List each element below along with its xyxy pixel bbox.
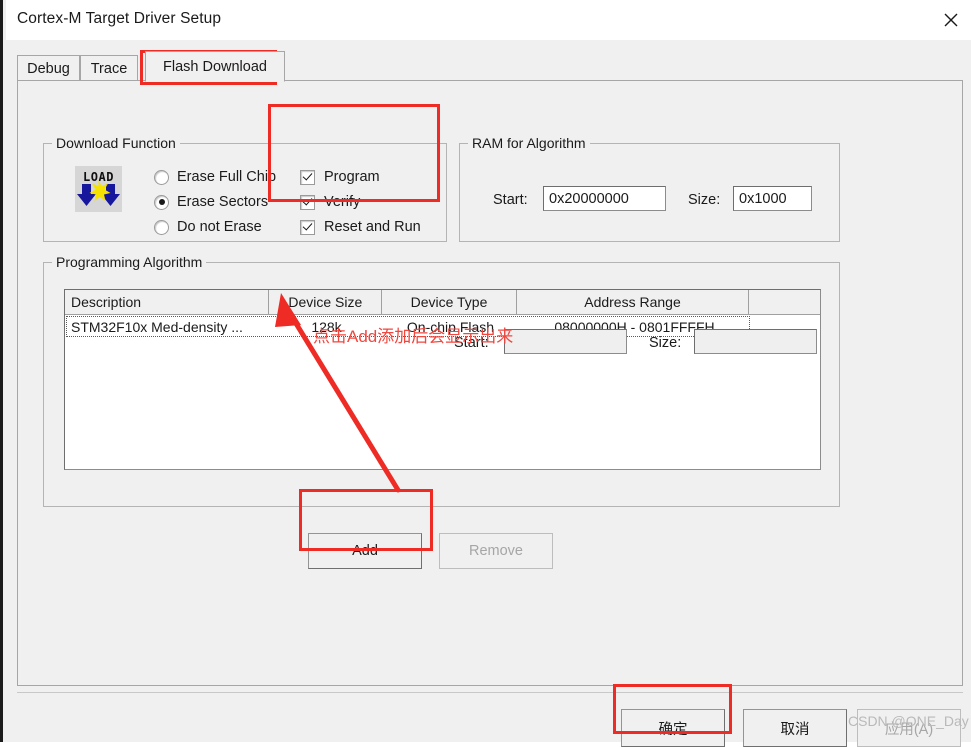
ram-size-input[interactable]: 0x1000 xyxy=(733,186,812,211)
apply-button: 应用(A) xyxy=(857,709,961,747)
remove-button: Remove xyxy=(439,533,553,569)
add-button[interactable]: Add xyxy=(308,533,422,569)
tab-flash-download-label: Flash Download xyxy=(163,58,267,75)
tab-debug-label: Debug xyxy=(27,60,70,77)
checkbox-reset-and-run-box xyxy=(300,219,315,235)
checkbox-program[interactable]: Program xyxy=(300,169,380,185)
radio-erase-sectors-dot xyxy=(154,194,169,210)
load-icon: LOAD xyxy=(75,166,122,212)
column-header-spacer[interactable] xyxy=(749,290,820,315)
ok-button[interactable]: 确定 xyxy=(621,709,725,747)
group-download-function: Download Function LOAD Erase Full Chip E… xyxy=(43,135,447,242)
tab-debug[interactable]: Debug xyxy=(17,55,80,81)
ram-size-label: Size: xyxy=(688,192,721,208)
cell-device-size: 128k xyxy=(311,319,342,335)
column-header-device-type[interactable]: Device Type xyxy=(382,290,517,315)
column-header-device-size[interactable]: Device Size xyxy=(269,290,383,315)
algo-size-input[interactable] xyxy=(694,329,817,354)
ram-start-input[interactable]: 0x20000000 xyxy=(543,186,666,211)
checkbox-verify-label: Verify xyxy=(324,194,361,210)
ram-start-label: Start: xyxy=(493,192,528,208)
radio-erase-full-chip-dot xyxy=(154,169,169,185)
bottom-separator xyxy=(17,692,963,693)
tab-trace[interactable]: Trace xyxy=(80,55,138,81)
radio-do-not-erase-label: Do not Erase xyxy=(177,219,262,235)
dialog-window: Cortex-M Target Driver Setup Debug Trace… xyxy=(0,0,971,747)
checkbox-program-label: Program xyxy=(324,169,380,185)
group-programming-algorithm: Programming Algorithm Description Device… xyxy=(43,254,840,507)
cell-device-type: On-chip Flash xyxy=(406,319,495,335)
radio-erase-sectors[interactable]: Erase Sectors xyxy=(154,194,268,210)
algorithm-list[interactable]: Description Device Size Device Type Addr… xyxy=(64,289,821,470)
algo-size-label: Size: xyxy=(649,335,682,351)
group-programming-algorithm-legend: Programming Algorithm xyxy=(52,254,207,270)
group-download-function-legend: Download Function xyxy=(52,135,180,151)
radio-do-not-erase[interactable]: Do not Erase xyxy=(154,219,262,235)
tab-strip: Debug Trace Flash Download xyxy=(17,51,963,82)
radio-do-not-erase-dot xyxy=(154,219,169,235)
title-bar: Cortex-M Target Driver Setup xyxy=(6,0,971,40)
group-ram-for-algorithm: RAM for Algorithm Start: 0x20000000 Size… xyxy=(459,135,840,242)
algo-start-input[interactable] xyxy=(504,329,627,354)
cancel-button[interactable]: 取消 xyxy=(743,709,847,747)
algo-start-label: Start: xyxy=(454,335,489,351)
tab-page-flash-download: Download Function LOAD Erase Full Chip E… xyxy=(17,80,963,686)
tab-trace-label: Trace xyxy=(90,60,128,77)
window-title: Cortex-M Target Driver Setup xyxy=(17,10,222,27)
algorithm-list-header: Description Device Size Device Type Addr… xyxy=(65,290,820,315)
radio-erase-full-chip-label: Erase Full Chip xyxy=(177,169,277,185)
column-header-address-range[interactable]: Address Range xyxy=(516,290,750,315)
checkbox-verify-box xyxy=(300,194,315,210)
radio-erase-sectors-label: Erase Sectors xyxy=(177,194,269,210)
checkbox-program-box xyxy=(300,169,315,185)
cell-description: STM32F10x Med-density ... xyxy=(71,319,243,335)
checkbox-reset-and-run-label: Reset and Run xyxy=(324,219,421,235)
group-ram-for-algorithm-legend: RAM for Algorithm xyxy=(468,135,590,151)
dialog-client-area: Debug Trace Flash Download Download Func… xyxy=(6,40,971,747)
checkbox-verify[interactable]: Verify xyxy=(300,194,360,210)
close-icon[interactable] xyxy=(928,0,971,40)
column-header-description[interactable]: Description xyxy=(65,290,270,315)
checkbox-reset-and-run[interactable]: Reset and Run xyxy=(300,219,421,235)
radio-erase-full-chip[interactable]: Erase Full Chip xyxy=(154,169,276,185)
tab-flash-download[interactable]: Flash Download xyxy=(145,51,285,82)
